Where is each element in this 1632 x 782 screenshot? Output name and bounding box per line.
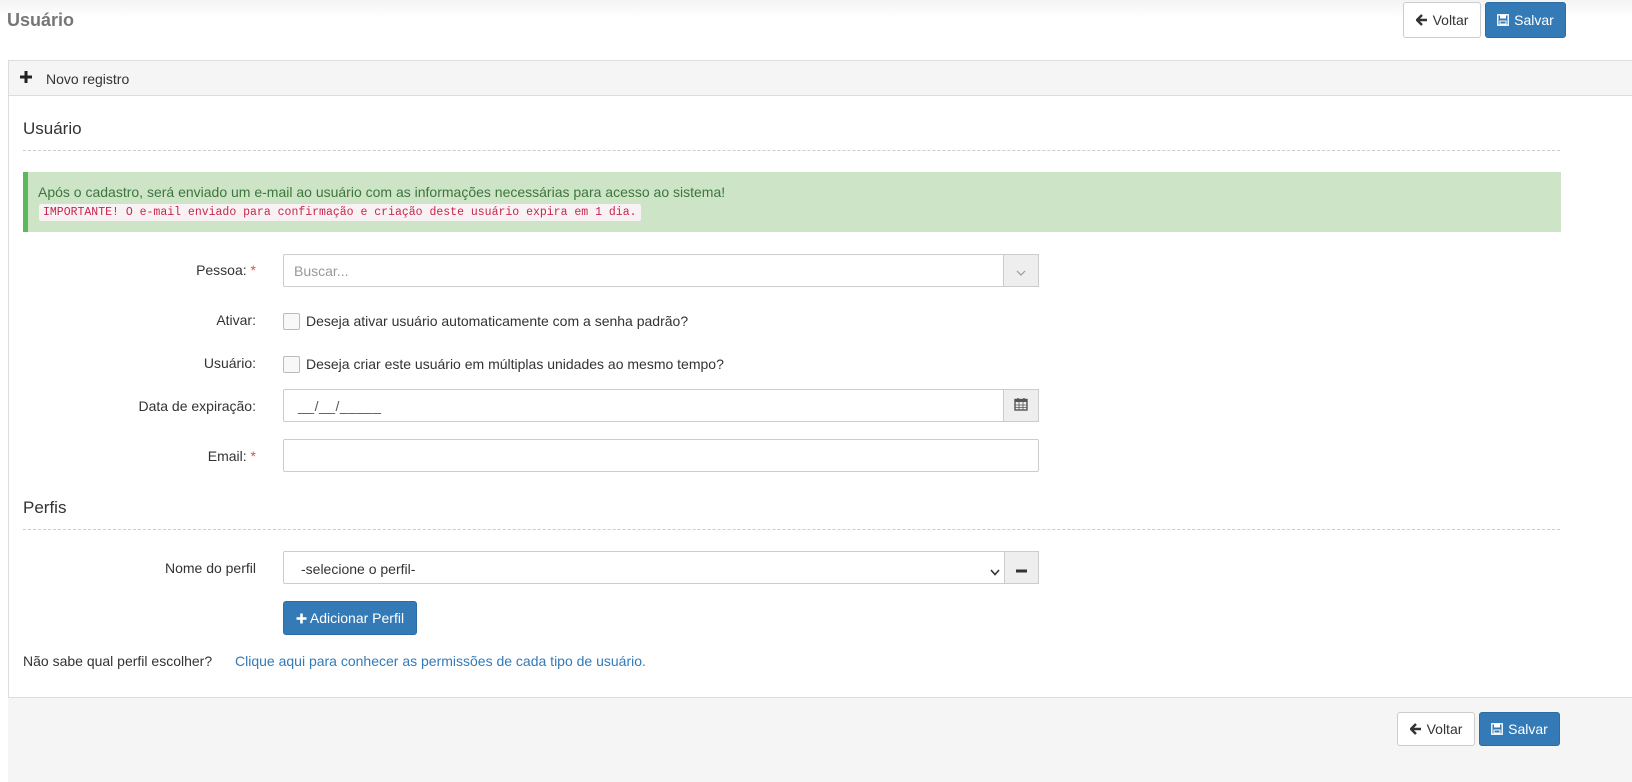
pessoa-dropdown-toggle[interactable] (1003, 254, 1039, 287)
top-bar: Usuário Voltar Salvar (0, 0, 1632, 60)
footer-save-button[interactable]: Salvar (1479, 712, 1560, 746)
arrow-left-icon (1409, 723, 1422, 735)
chevron-down-icon (990, 563, 1000, 579)
multiplas-unidades-checkbox[interactable] (283, 356, 300, 373)
pessoa-label-text: Pessoa: (196, 262, 247, 278)
save-label: Salvar (1514, 12, 1554, 28)
ativar-label: Ativar: (216, 312, 256, 328)
back-label: Voltar (1432, 12, 1469, 28)
perfil-help-text: Não sabe qual perfil escolher? (23, 653, 213, 669)
usuario-label: Usuário: (203, 355, 256, 371)
footer-back-label: Voltar (1426, 721, 1463, 737)
perfil-help: Não sabe qual perfil escolher? Clique aq… (23, 653, 723, 673)
date-mask: __/__/_____ (298, 398, 382, 414)
panel-footer (8, 697, 1632, 782)
arrow-left-icon (1415, 14, 1428, 26)
pessoa-placeholder: Buscar... (294, 263, 349, 279)
perfil-select[interactable]: -selecione o perfil- (283, 551, 1039, 584)
email-label-text: Email: (207, 448, 247, 464)
info-alert: Após o cadastro, será enviado um e-mail … (23, 172, 1561, 232)
section-title-usuario: Usuário (23, 119, 82, 138)
ativar-checkbox[interactable] (283, 313, 300, 330)
required-marker: * (250, 262, 256, 278)
nome-perfil-label: Nome do perfil (164, 560, 256, 576)
footer-save-label: Salvar (1508, 721, 1548, 737)
plus-icon (19, 70, 33, 87)
multiplas-unidades-label[interactable]: Deseja criar este usuário em múltiplas u… (306, 356, 724, 372)
pessoa-search-input[interactable]: Buscar... (283, 254, 1039, 287)
page-title: Usuário (7, 10, 75, 30)
section-divider (23, 150, 1560, 151)
data-expiracao-label: Data de expiração: (138, 398, 256, 414)
required-marker: * (250, 448, 256, 464)
section-divider (23, 529, 1560, 530)
footer-back-button[interactable]: Voltar (1397, 712, 1475, 746)
perfil-select-value: -selecione o perfil- (301, 561, 416, 577)
save-button[interactable]: Salvar (1485, 2, 1566, 38)
section-title-perfis: Perfis (23, 498, 67, 517)
floppy-disk-icon (1497, 14, 1510, 26)
remove-perfil-button[interactable] (1004, 551, 1039, 584)
back-button[interactable]: Voltar (1403, 2, 1481, 38)
minus-icon (1016, 560, 1027, 576)
pessoa-label: Pessoa: * (0, 262, 256, 278)
alert-message: Após o cadastro, será enviado um e-mail … (38, 184, 726, 200)
floppy-disk-icon (1491, 723, 1504, 735)
panel-heading-title: Novo registro (46, 71, 130, 87)
perfil-permissions-link[interactable]: Clique aqui para conhecer as permissões … (235, 653, 646, 669)
calendar-button[interactable] (1003, 389, 1039, 422)
add-perfil-button[interactable]: Adicionar Perfil (283, 601, 417, 635)
add-perfil-label: Adicionar Perfil (309, 610, 405, 626)
alert-important: IMPORTANTE! O e-mail enviado para confir… (39, 204, 641, 221)
data-expiracao-input[interactable]: __/__/_____ (283, 389, 1039, 422)
email-label: Email: * (0, 448, 256, 464)
chevron-down-icon (1016, 263, 1026, 279)
plus-icon (296, 613, 307, 624)
ativar-checkbox-label[interactable]: Deseja ativar usuário automaticamente co… (306, 313, 688, 329)
email-field[interactable] (283, 439, 1039, 472)
panel-heading: Novo registro (9, 61, 1632, 96)
calendar-icon (1014, 397, 1028, 414)
